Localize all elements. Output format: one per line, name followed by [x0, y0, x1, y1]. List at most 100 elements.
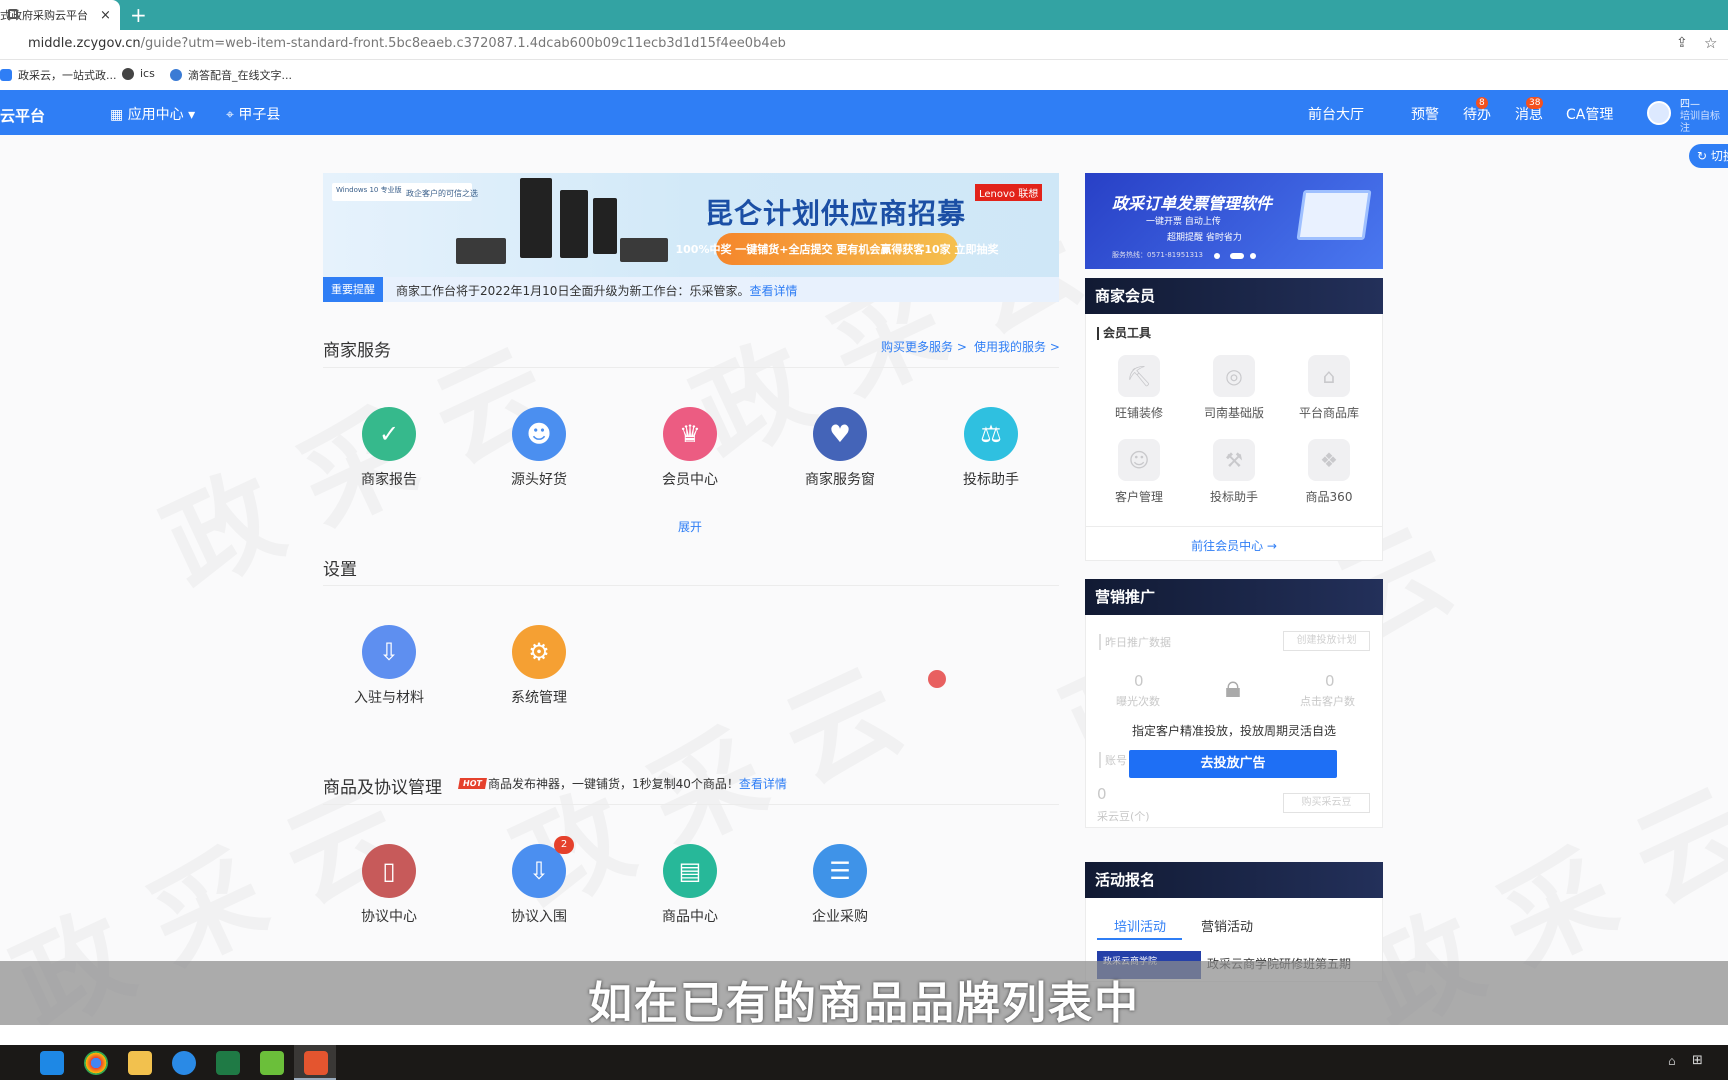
tray-ime-icon[interactable]: ⊞ — [1692, 1053, 1703, 1068]
gear-icon: ⚙ — [512, 625, 566, 679]
app-goods-center[interactable]: ▤ 商品中心 — [630, 844, 750, 926]
nav-front-hall[interactable]: 前台大厅 — [1308, 104, 1364, 124]
tool-bid-assistant[interactable]: ⚒ 投标助手 — [1189, 439, 1279, 505]
chevron-down-icon: ▾ — [183, 107, 196, 123]
marketing-description: 指定客户精准投放，投放周期灵活自选 — [1131, 724, 1336, 738]
nav-alert[interactable]: 预警 — [1411, 104, 1439, 124]
carousel-dot-active[interactable] — [1230, 253, 1244, 259]
nav-ca-management[interactable]: CA管理 — [1566, 104, 1613, 124]
app-merchant-report[interactable]: ✓ 商家报告 — [329, 407, 449, 489]
goto-member-center-link[interactable]: 前往会员中心 → — [1085, 537, 1383, 554]
app-enterprise-purchase[interactable]: ☰ 企业采购 — [780, 844, 900, 926]
report-icon: ✓ — [362, 407, 416, 461]
app-label: 会员中心 — [662, 472, 718, 488]
carousel-dot[interactable] — [1214, 253, 1220, 259]
promo-link[interactable]: 查看详情 — [739, 777, 787, 791]
url-text[interactable]: middle.zcygov.cn/guide?utm=web-item-stan… — [28, 36, 786, 51]
globe-icon — [122, 67, 134, 80]
file-explorer-icon[interactable] — [128, 1051, 152, 1075]
member-card-title: 商家会员 — [1085, 278, 1383, 314]
place-ad-button[interactable]: 去投放广告 — [1129, 750, 1337, 778]
create-plan-button[interactable]: 创建投放计划 — [1283, 631, 1370, 651]
app-agreement-center[interactable]: ▯ 协议中心 — [329, 844, 449, 926]
goods-promo: 商品发布神器，一键铺货，1秒复制40个商品！查看详情 — [488, 777, 787, 791]
tool-shop-decoration[interactable]: ⛏ 旺铺装修 — [1094, 355, 1184, 421]
bid-icon: ⚖ — [964, 407, 1018, 461]
paint-roller-icon: ⛏ — [1118, 355, 1160, 397]
app-bid-assistant[interactable]: ⚖ 投标助手 — [931, 407, 1051, 489]
exposure-value: 0 — [1134, 672, 1144, 690]
app-label: 协议入围 — [511, 909, 567, 925]
page-bottom — [0, 1025, 1728, 1045]
bookmark-item[interactable]: ics — [122, 67, 155, 80]
tool-label: 客户管理 — [1114, 490, 1163, 504]
feishu-app-icon[interactable] — [40, 1051, 64, 1075]
star-icon[interactable]: ☆ — [1704, 34, 1717, 52]
pc-image — [593, 198, 617, 254]
browser-tab[interactable]: 式政府采购云平台 × — [0, 0, 120, 30]
app-center-menu[interactable]: ▦ 应用中心 ▾ — [110, 104, 195, 124]
tool-goods-360[interactable]: ❖ 商品360 — [1284, 439, 1374, 505]
refresh-icon: ↻ — [1697, 149, 1711, 163]
chrome-icon[interactable] — [84, 1051, 108, 1075]
divider — [323, 585, 1059, 586]
tool-label: 商品360 — [1305, 490, 1353, 504]
app-label: 企业采购 — [812, 909, 868, 925]
bookmark-icon — [0, 69, 12, 81]
app-agreement-shortlist[interactable]: ⇩ 2 协议入围 — [479, 836, 599, 926]
app-system-management[interactable]: ⚙ 系统管理 — [479, 625, 599, 707]
cursor-indicator — [928, 670, 946, 688]
tool-label: 平台商品库 — [1298, 406, 1359, 420]
lenovo-logo: Lenovo 联想 — [975, 184, 1043, 201]
app-member-center[interactable]: ♛ 会员中心 — [630, 407, 750, 489]
ad-line: 超期提醒 省时省力 — [1167, 233, 1242, 243]
share-icon[interactable]: ⇪ — [1676, 35, 1688, 51]
app-source-goods[interactable]: ☻ 源头好货 — [479, 407, 599, 489]
notice-link[interactable]: 查看详情 — [749, 284, 797, 298]
buy-beans-button[interactable]: 购买采云豆 — [1283, 793, 1370, 813]
app-onboarding-materials[interactable]: ⇩ 入驻与材料 — [329, 625, 449, 707]
banner-title: 昆仑计划供应商招募 — [705, 197, 967, 230]
dingtalk-icon[interactable] — [172, 1051, 196, 1075]
recorder-icon[interactable] — [304, 1051, 328, 1075]
carousel-dot[interactable] — [1250, 253, 1256, 259]
goods-icon: ▤ — [663, 844, 717, 898]
avatar[interactable] — [1647, 101, 1671, 125]
camtasia-icon[interactable] — [260, 1051, 284, 1075]
agreement-icon: ▯ — [362, 844, 416, 898]
lock-icon: 🔒︎ — [1225, 670, 1241, 705]
browser-tabbar — [0, 0, 1728, 30]
tool-platform-goods-lib[interactable]: ⌂ 平台商品库 — [1284, 355, 1374, 421]
beans-value: 0 — [1097, 785, 1107, 803]
tab-training[interactable]: 培训活动 — [1114, 916, 1166, 935]
tool-sinan-basic[interactable]: ◎ 司南基础版 — [1189, 355, 1279, 421]
tray-network-icon[interactable]: ⌂ — [1668, 1054, 1676, 1068]
ad-phone: 服务热线：0571-81951313 — [1112, 251, 1203, 259]
laptop-image — [456, 238, 506, 264]
account-label: 账号 — [1099, 752, 1127, 768]
buy-more-services-link[interactable]: 购买更多服务 > — [881, 338, 967, 355]
my-services-link[interactable]: 使用我的服务 > — [974, 338, 1060, 355]
shop-window-icon: ♥ — [813, 407, 867, 461]
switch-button[interactable]: ↻ 切换 — [1689, 144, 1728, 168]
expand-link[interactable]: 展开 — [678, 518, 702, 535]
app-label: 商家报告 — [361, 472, 417, 488]
lottery-pill[interactable]: 100%中奖 一键铺货+全店提交 更有机会赢得获客10家 立即抽奖 — [676, 233, 999, 265]
app-label: 商品中心 — [662, 909, 718, 925]
banner-subtitle: 政企客户的可信之选 — [406, 189, 478, 198]
location-selector[interactable]: ⌖ 甲子县 — [226, 104, 280, 124]
bookmark-item[interactable]: 政采云，一站式政... — [0, 67, 117, 83]
app-merchant-service-window[interactable]: ♥ 商家服务窗 — [780, 407, 900, 489]
tab-marketing[interactable]: 营销活动 — [1201, 916, 1253, 935]
bookmark-item[interactable]: 滴答配音_在线文字... — [170, 67, 292, 83]
new-tab-icon[interactable]: + — [130, 3, 147, 27]
divider — [323, 367, 1059, 368]
grid-icon: ▦ — [110, 107, 128, 123]
excel-icon[interactable] — [216, 1051, 240, 1075]
user-info[interactable]: 四— 培训自标注 — [1680, 99, 1728, 135]
divider — [323, 804, 1059, 805]
tool-customer-management[interactable]: ☺ 客户管理 — [1094, 439, 1184, 505]
pc-image — [560, 190, 588, 258]
active-tab-indicator — [1097, 938, 1182, 940]
close-icon[interactable]: × — [100, 8, 111, 23]
